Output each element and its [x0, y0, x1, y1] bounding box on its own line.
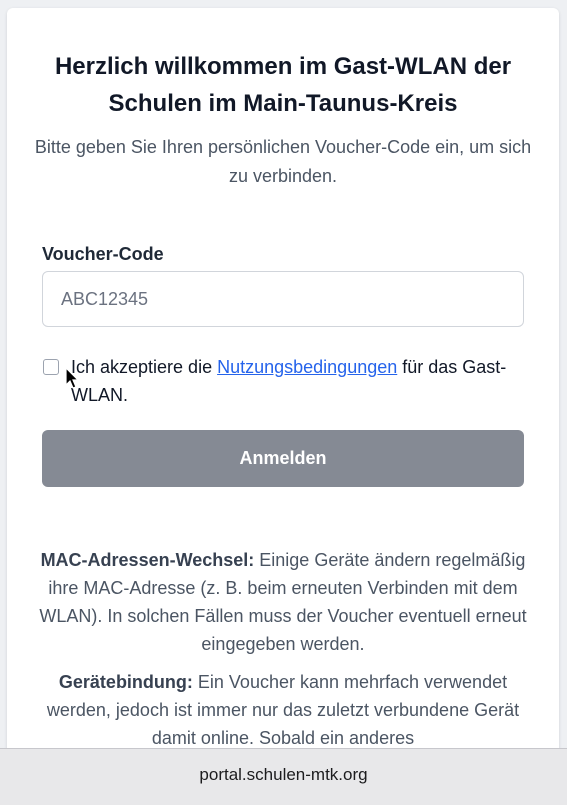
- info-mac-heading: MAC-Adressen-Wechsel:: [40, 550, 255, 570]
- voucher-code-input[interactable]: [42, 271, 524, 327]
- terms-text: Ich akzeptiere die Nutzungsbedingungen f…: [71, 353, 521, 409]
- url-text: portal.schulen-mtk.org: [199, 765, 368, 784]
- login-card: Herzlich willkommen im Gast-WLAN der Sch…: [7, 8, 559, 748]
- page-title: Herzlich willkommen im Gast-WLAN der Sch…: [54, 53, 512, 117]
- terms-link[interactable]: Nutzungsbedingungen: [217, 357, 397, 377]
- info-mac-change: MAC-Adressen-Wechsel: Einige Geräte ände…: [27, 546, 539, 658]
- page-subtitle: Bitte geben Sie Ihren persönlichen Vouch…: [34, 137, 532, 186]
- terms-prefix: Ich akzeptiere die: [71, 357, 218, 377]
- browser-viewport: Herzlich willkommen im Gast-WLAN der Sch…: [0, 0, 567, 748]
- voucher-label: Voucher-Code: [42, 244, 164, 264]
- browser-url-bar[interactable]: portal.schulen-mtk.org: [0, 748, 567, 805]
- info-device-binding: Gerätebindung: Ein Voucher kann mehrfach…: [27, 668, 539, 748]
- info-device-heading: Gerätebindung:: [58, 672, 193, 692]
- terms-checkbox[interactable]: [43, 359, 59, 375]
- mouse-pointer-icon: [65, 367, 79, 389]
- login-button[interactable]: Anmelden: [42, 430, 524, 487]
